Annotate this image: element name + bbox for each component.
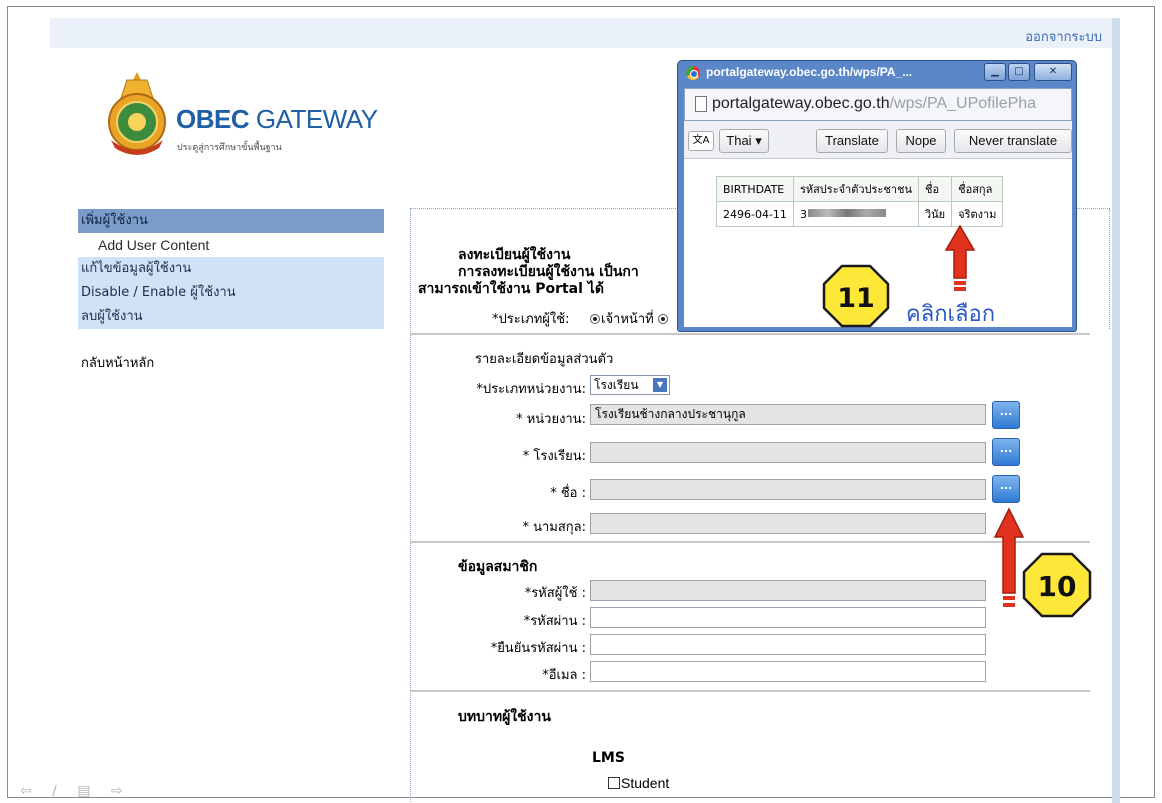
- personal-section-heading: รายละเอียดข้อมูลส่วนตัว: [475, 352, 614, 367]
- click-select-label: คลิกเลือก: [906, 302, 996, 327]
- role-section-heading: บทบาทผู้ใช้งาน: [458, 709, 551, 725]
- cell-birthdate: 2496-04-11: [716, 201, 794, 227]
- column-header: รหัสประจำตัวประชาชน: [792, 176, 919, 202]
- confirm-password-label: *ยืนยันรหัสผ่าน :: [490, 641, 586, 656]
- chrome-icon: [686, 66, 700, 80]
- email-field[interactable]: [590, 661, 986, 682]
- sidebar-item-delete-user[interactable]: ลบผู้ใช้งาน: [78, 305, 384, 329]
- unit-field[interactable]: โรงเรียนช้างกลางประชานุกูล: [590, 404, 986, 425]
- address-bar[interactable]: portalgateway.obec.go.th/wps/PA_UPofileP…: [684, 88, 1072, 121]
- up-arrow-icon: [993, 507, 1025, 607]
- vertical-scrollbar[interactable]: [1112, 18, 1120, 803]
- table-header-row: BIRTHDATE รหัสประจำตัวประชาชน ชื่อ ชื่อส…: [716, 176, 1004, 202]
- table-row[interactable]: 2496-04-11 3 วินัย จริตงาม: [716, 201, 1004, 227]
- divider: [410, 333, 1090, 335]
- translate-icon: 文A: [688, 131, 714, 151]
- password-field[interactable]: [590, 607, 986, 628]
- sidebar-item-disable-enable[interactable]: Disable / Enable ผู้ใช้งาน: [78, 281, 384, 305]
- translate-bar: 文A Thai ▾ Translate Nope Never translate: [684, 121, 1072, 159]
- student-checkbox[interactable]: Student: [608, 775, 669, 791]
- column-header: ชื่อ: [917, 176, 953, 202]
- sidebar-menu: เพิ่มผู้ใช้งาน Add User Content แก้ไขข้อ…: [78, 209, 384, 329]
- divider: [410, 690, 1090, 692]
- obec-emblem-icon: [108, 72, 166, 155]
- cell-citizen-id: 3: [792, 201, 919, 227]
- popup-title: portalgateway.obec.go.th/wps/PA_...: [706, 65, 913, 79]
- svg-text:10: 10: [1038, 570, 1077, 603]
- school-label: * โรงเรียน:: [522, 449, 586, 464]
- svg-text:11: 11: [837, 283, 875, 314]
- cell-first-name-link[interactable]: วินัย: [917, 201, 953, 227]
- logo-title: OBEC GATEWAY: [176, 104, 378, 134]
- checkbox-icon: [608, 777, 620, 789]
- name-label: * ชื่อ :: [550, 486, 586, 501]
- step-10-badge: 10: [1022, 552, 1092, 618]
- column-header: BIRTHDATE: [716, 176, 794, 202]
- redacted-block: [807, 208, 886, 217]
- logo-subtitle: ประตูสู่การศึกษาขั้นพื้นฐาน: [177, 143, 282, 153]
- logout-link[interactable]: ออกจากระบบ: [1025, 26, 1102, 47]
- radio-selected-icon: [590, 314, 600, 324]
- popup-title-bar[interactable]: portalgateway.obec.go.th/wps/PA_... ▁ □ …: [678, 61, 1076, 85]
- nope-button[interactable]: Nope: [896, 129, 946, 153]
- surname-field[interactable]: [590, 513, 986, 534]
- name-field[interactable]: [590, 479, 986, 500]
- unit-type-label: *ประเภทหน่วยงาน:: [476, 382, 586, 397]
- slide-nav-icons[interactable]: ⇦ ∕ ▤ ⇨: [20, 783, 131, 799]
- minimize-button[interactable]: ▁: [984, 63, 1006, 81]
- unit-type-select[interactable]: โรงเรียน ▼: [590, 375, 670, 395]
- sidebar-item-add-user-content[interactable]: Add User Content: [78, 233, 384, 257]
- surname-label: * นามสกุล:: [522, 520, 586, 535]
- divider: [410, 541, 1090, 543]
- password-label: *รหัสผ่าน :: [523, 614, 586, 629]
- translate-button[interactable]: Translate: [816, 129, 888, 153]
- never-translate-button[interactable]: Never translate: [954, 129, 1072, 153]
- name-lookup-button[interactable]: ...: [992, 475, 1020, 503]
- user-type-radio[interactable]: เจ้าหน้าที่: [590, 308, 669, 329]
- member-section-heading: ข้อมูลสมาชิก: [458, 559, 538, 575]
- email-label: *อีเมล :: [542, 668, 586, 683]
- close-button[interactable]: ✕: [1034, 63, 1072, 81]
- maximize-button[interactable]: □: [1008, 63, 1030, 81]
- school-lookup-button[interactable]: ...: [992, 438, 1020, 466]
- username-label: *รหัสผู้ใช้ :: [524, 586, 586, 601]
- sidebar-item-edit-user[interactable]: แก้ไขข้อมูลผู้ใช้งาน: [78, 257, 384, 281]
- confirm-password-field[interactable]: [590, 634, 986, 655]
- back-to-home-link[interactable]: กลับหน้าหลัก: [81, 352, 154, 373]
- chevron-down-icon: ▼: [653, 378, 667, 392]
- up-arrow-icon: [944, 224, 976, 291]
- username-field[interactable]: [590, 580, 986, 601]
- address-url: portalgateway.obec.go.th/wps/PA_UPofileP…: [712, 95, 1037, 112]
- column-header: ชื่อสกุล: [951, 176, 1004, 202]
- lms-heading: LMS: [592, 750, 625, 766]
- top-bar: ออกจากระบบ: [50, 18, 1112, 48]
- cell-surname: จริตงาม: [951, 201, 1004, 227]
- unit-lookup-button[interactable]: ...: [992, 401, 1020, 429]
- school-field[interactable]: [590, 442, 986, 463]
- language-dropdown[interactable]: Thai ▾: [719, 129, 769, 153]
- page-icon: [695, 96, 707, 112]
- step-11-badge: 11: [822, 264, 890, 328]
- unit-label: * หน่วยงาน:: [516, 412, 586, 427]
- user-type-label: *ประเภทผู้ใช้:: [492, 312, 570, 327]
- sidebar-item-add-user[interactable]: เพิ่มผู้ใช้งาน: [78, 209, 384, 233]
- result-table: BIRTHDATE รหัสประจำตัวประชาชน ชื่อ ชื่อส…: [716, 176, 1004, 227]
- form-description-2: สามารถเข้าใช้งาน Portal ได้: [418, 281, 604, 297]
